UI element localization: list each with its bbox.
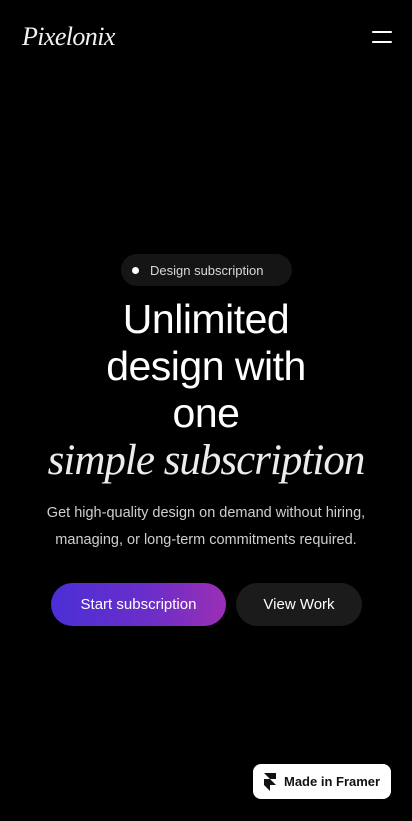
hero-subtitle-line-1: Get high-quality design on demand withou…	[46, 505, 366, 521]
hero-subtitle-line-2: managing, or long-term commitments requi…	[55, 532, 357, 548]
hero-subtitle: Get high-quality design on demand withou…	[20, 500, 392, 554]
menu-bar-bottom	[372, 41, 392, 43]
hero-title-italic: simple subscription	[47, 437, 366, 484]
framer-logo-icon	[264, 772, 276, 791]
hero-title-line-1: Unlimited	[122, 296, 290, 342]
badge-label: Design subscription	[150, 262, 264, 278]
start-subscription-button[interactable]: Start subscription	[51, 583, 226, 626]
hamburger-menu-icon[interactable]	[372, 28, 392, 46]
menu-bar-top	[372, 31, 392, 33]
hero-title: Unlimited design with one simple subscri…	[0, 296, 412, 484]
hero-title-line-3: one	[172, 390, 240, 436]
brand-logo[interactable]: Pixelonix	[22, 20, 115, 54]
design-subscription-badge: Design subscription	[121, 254, 292, 286]
dot-icon	[132, 266, 139, 274]
made-in-framer-badge[interactable]: Made in Framer	[253, 764, 391, 799]
view-work-button[interactable]: View Work	[236, 583, 362, 626]
framer-badge-label: Made in Framer	[284, 774, 381, 789]
hero-title-line-2: design with	[106, 343, 306, 389]
